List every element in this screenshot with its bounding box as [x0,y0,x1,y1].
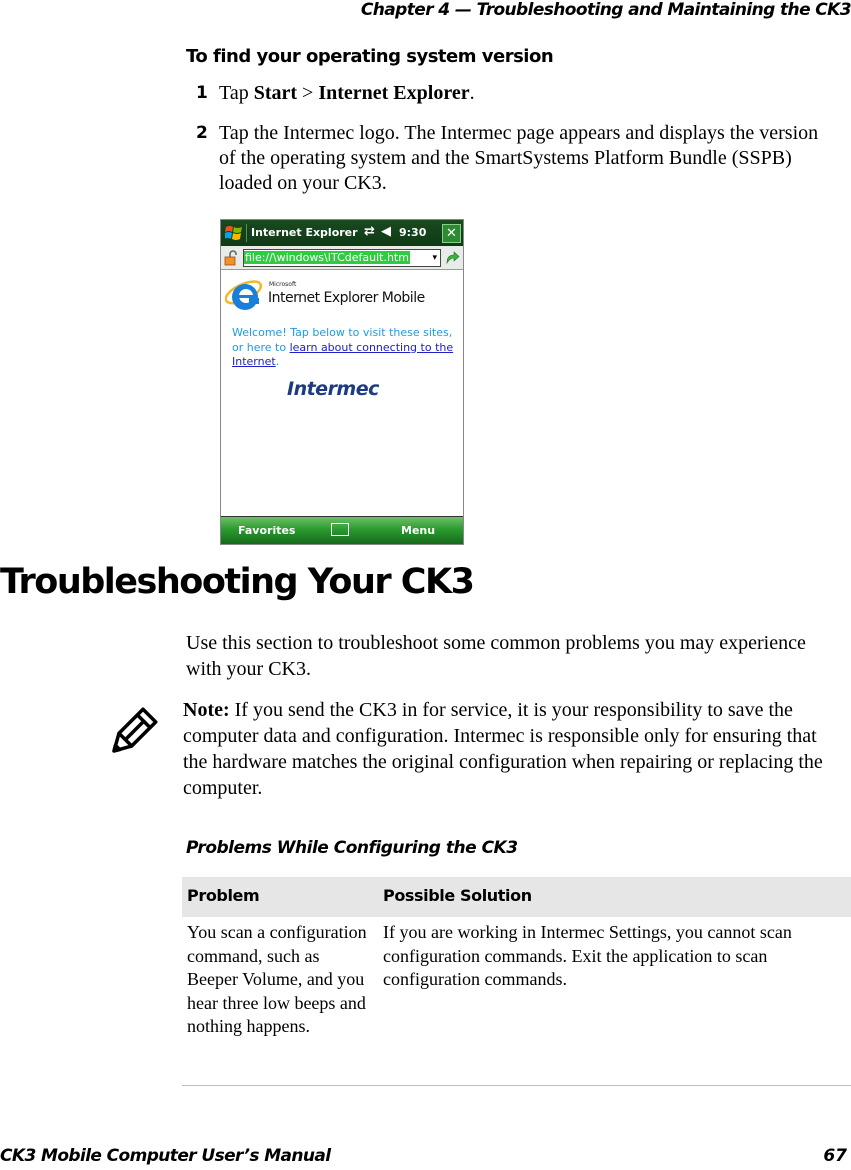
keyboard-icon[interactable] [331,523,349,536]
step-number: 2 [196,123,208,143]
problems-table: Problem Possible Solution You scan a con… [182,877,851,1086]
problem-cell: You scan a configuration command, such a… [187,922,367,1036]
note-label: Note: [183,699,230,721]
address-bar: file://\windows\ITCdefault.htm ▾ [221,246,463,270]
step-1: 1 Tap Start > Internet Explorer. [186,81,826,106]
pencil-note-icon [112,707,158,753]
step-2: 2 Tap the Intermec logo. The Intermec pa… [186,121,826,196]
header-solution: Possible Solution [383,886,532,905]
sync-icon[interactable]: ⇄ [364,224,375,239]
address-input[interactable]: file://\windows\ITCdefault.htm ▾ [243,249,441,267]
device-title-bar: Internet Explorer ⇄ ◀ 9:30 ✕ [221,220,463,246]
device-app-title: Internet Explorer [251,226,358,239]
note: Note: If you send the CK3 in for service… [183,697,833,801]
clock[interactable]: 9:30 [399,226,426,239]
step-text-post: . [469,82,475,104]
softkey-bar: Favorites Menu [221,516,463,544]
internet-explorer-label: Internet Explorer [318,82,470,104]
unlocked-padlock-icon [224,250,237,266]
table-title: Problems While Configuring the CK3 [186,838,518,858]
step-text-pre: Tap [219,82,254,104]
favorites-softkey[interactable]: Favorites [238,524,295,537]
welcome-post: . [275,355,280,368]
intermec-logo-link[interactable]: Intermec [287,378,379,400]
footer-manual-title: CK3 Mobile Computer User’s Manual [0,1146,331,1166]
step-number: 1 [196,83,208,103]
section-title: Troubleshooting Your CK3 [0,562,475,602]
note-text: If you send the CK3 in for service, it i… [183,699,823,799]
table-header: Problem Possible Solution [182,877,851,917]
chevron-down-icon[interactable]: ▾ [432,250,437,266]
start-label: Start [253,82,298,104]
title-separator [246,224,247,242]
solution-cell: If you are working in Intermec Settings,… [383,922,792,989]
device-screenshot: Internet Explorer ⇄ ◀ 9:30 ✕ file://\win… [220,219,464,545]
menu-softkey[interactable]: Menu [401,524,435,537]
header-problem: Problem [187,886,260,905]
step-text: Tap the Intermec logo. The Intermec page… [219,122,819,194]
address-value: file://\windows\ITCdefault.htm [244,251,410,264]
chapter-header: Chapter 4 — Troubleshooting and Maintain… [360,0,851,20]
go-arrow-icon[interactable] [444,249,460,265]
windows-start-icon[interactable] [225,224,243,242]
procedure-title: To find your operating system version [186,46,554,67]
step-text-sep: > [297,82,319,104]
welcome-text: Welcome! Tap below to visit these sites,… [232,326,457,370]
table-row: You scan a configuration command, such a… [182,917,851,1086]
ie-mobile-title: Internet Explorer Mobile [268,290,425,306]
step-text: Tap Start > Internet Explorer. [219,81,826,106]
microsoft-label: Microsoft [269,281,297,288]
internet-explorer-logo-icon [225,280,263,310]
browser-page: Microsoft Internet Explorer Mobile Welco… [221,270,463,515]
volume-icon[interactable]: ◀ [381,224,391,239]
section-intro: Use this section to troubleshoot some co… [186,632,806,680]
page-number: 67 [823,1146,847,1166]
close-button[interactable]: ✕ [442,224,461,243]
